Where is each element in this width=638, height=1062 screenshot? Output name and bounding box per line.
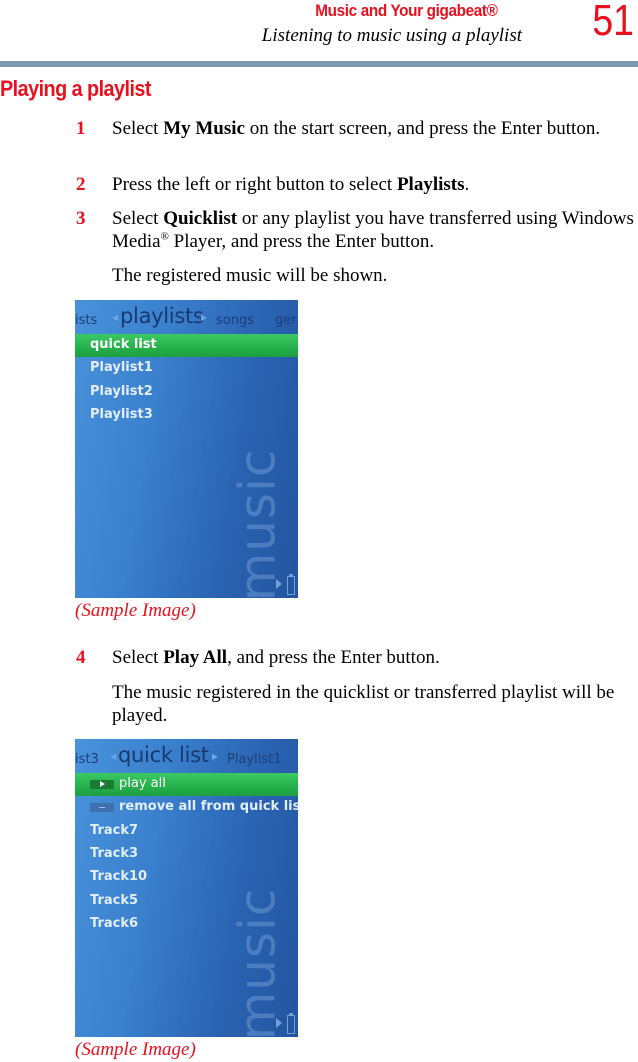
image-caption: (Sample Image) [75, 600, 196, 621]
step-text: Select Quicklist or any playlist you hav… [112, 208, 634, 252]
music-watermark: music [228, 887, 287, 1037]
nav-right-arrow-icon: ▶ [212, 752, 219, 761]
step-text: Press the left or right button to select… [112, 174, 470, 195]
track-item[interactable]: Track6 [90, 916, 138, 931]
step-text: Select Play All, and press the Enter but… [112, 647, 440, 668]
step-number: 1 [76, 118, 86, 139]
running-header-subsection: Listening to music using a playlist [261, 25, 522, 46]
track-item[interactable]: Track3 [90, 846, 138, 861]
nav-prev-category: ists [75, 313, 98, 328]
nav-next-category: Playlist1 [227, 752, 282, 767]
play-all-icon [90, 780, 114, 789]
list-item[interactable]: quick list [90, 337, 157, 352]
step-number: 3 [76, 208, 86, 229]
list-item[interactable]: Playlist1 [90, 360, 153, 375]
step-text: Select My Music on the start screen, and… [112, 118, 601, 139]
sample-screen-playlists: ists ◀ playlists ▶ songs ger quick list … [75, 300, 298, 598]
track-item[interactable]: Track5 [90, 893, 138, 908]
sample-screen-quick-list: ist3 ◀ quick list ▶ Playlist1 play all r… [75, 739, 298, 1037]
track-item[interactable]: Track7 [90, 823, 138, 838]
action-remove-all[interactable]: remove all from quick list [119, 799, 298, 814]
nav-next-category: songs [216, 313, 254, 328]
note-music-played: The music registered in the quicklist or… [112, 682, 615, 726]
list-item[interactable]: Playlist3 [90, 407, 153, 422]
battery-icon [287, 574, 295, 595]
image-caption: (Sample Image) [75, 1039, 196, 1060]
nav-current-category: playlists [120, 304, 204, 328]
header-rule [0, 61, 638, 67]
nav-current-category: quick list [118, 743, 209, 767]
page-number: 51 [592, 0, 634, 45]
category-nav: ists ◀ playlists ▶ songs ger [75, 304, 298, 330]
track-item[interactable]: Track10 [90, 869, 147, 884]
play-status-icon [276, 1018, 282, 1028]
category-nav: ist3 ◀ quick list ▶ Playlist1 [75, 743, 298, 769]
list-item[interactable]: Playlist2 [90, 384, 153, 399]
nav-left-arrow-icon: ◀ [110, 752, 117, 761]
note-registered-music: The registered music will be shown. [112, 265, 388, 286]
battery-icon [287, 1013, 295, 1034]
nav-left-arrow-icon: ◀ [112, 313, 119, 322]
step-number: 4 [76, 647, 86, 668]
section-title: Playing a playlist [0, 76, 151, 101]
running-header-section: Music and Your gigabeat® [315, 1, 499, 20]
remove-icon [90, 803, 114, 812]
step-number: 2 [76, 174, 86, 195]
nav-far-category: ger [275, 313, 297, 328]
play-status-icon [276, 579, 282, 589]
music-watermark: music [228, 448, 287, 598]
nav-prev-category: ist3 [75, 752, 99, 767]
nav-right-arrow-icon: ▶ [201, 313, 208, 322]
action-play-all[interactable]: play all [119, 776, 166, 791]
